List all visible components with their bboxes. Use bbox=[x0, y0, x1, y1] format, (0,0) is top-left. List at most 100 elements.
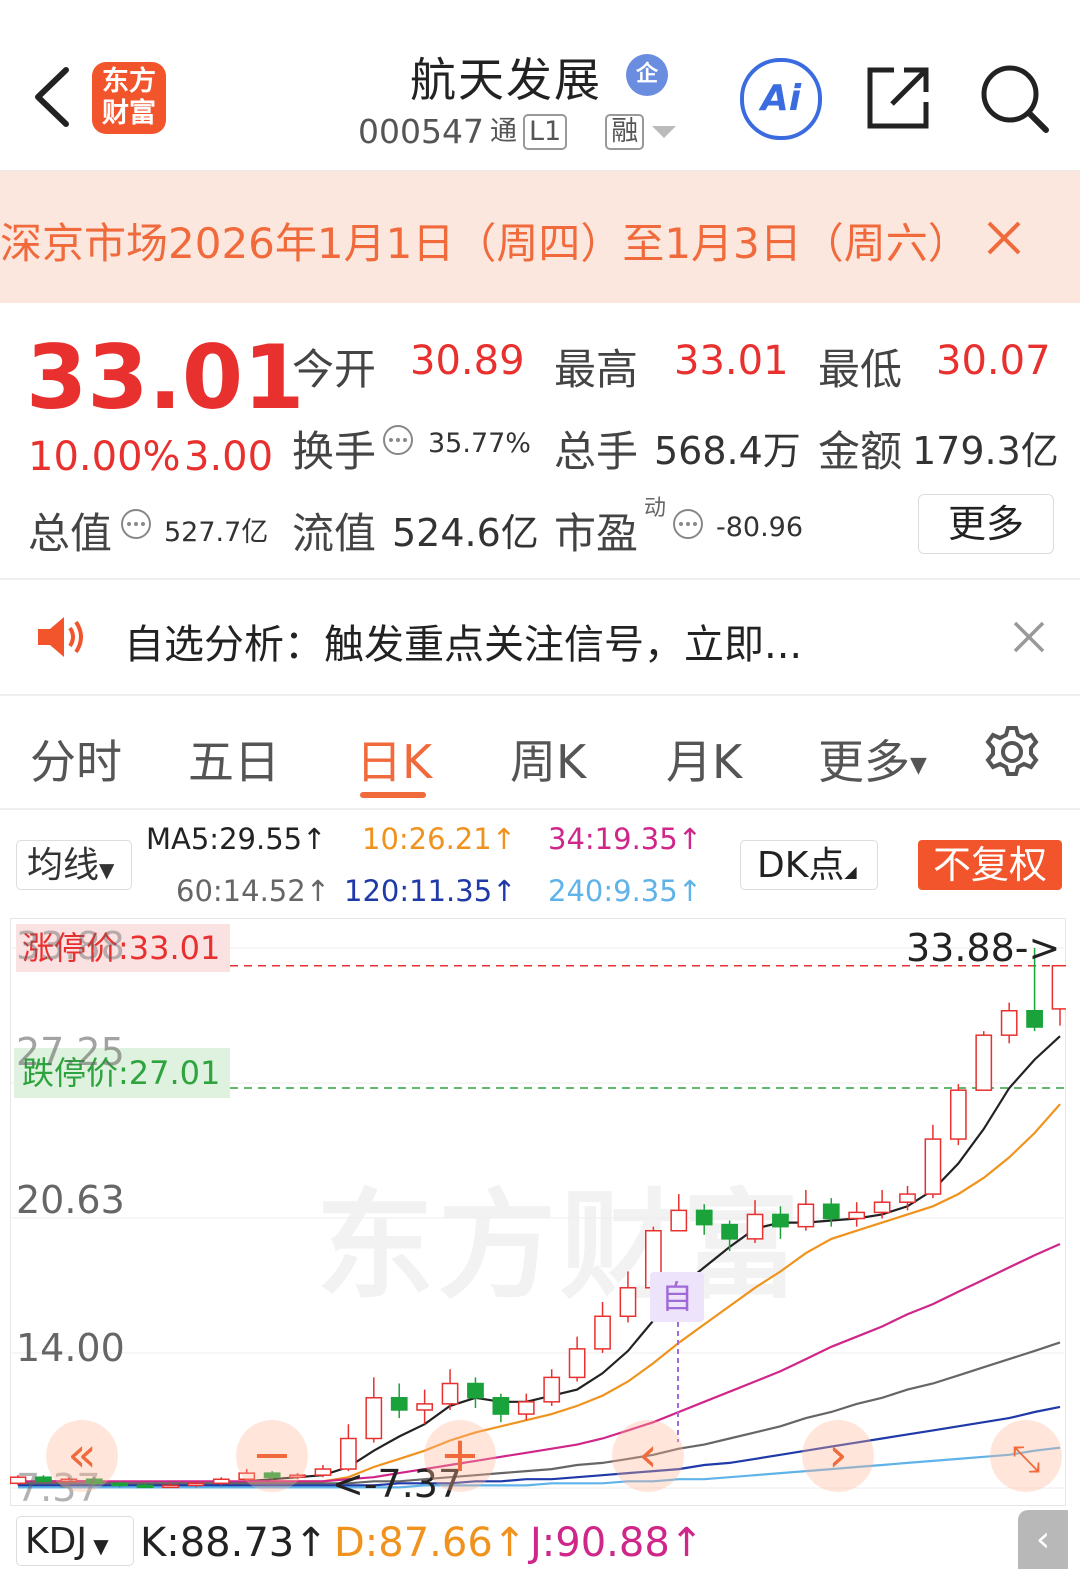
ma-selector[interactable]: 均线▼ bbox=[16, 840, 132, 890]
ma34-label: 34:19.35 bbox=[548, 822, 678, 856]
chevron-left-icon: ‹ bbox=[638, 1427, 658, 1483]
ma-line-120 bbox=[18, 1405, 1061, 1487]
tab-more[interactable]: 更多▼ bbox=[818, 726, 927, 792]
up-arrow-icon: ↑ bbox=[302, 822, 327, 856]
up-arrow-icon: ↑ bbox=[491, 822, 517, 856]
limit-lines bbox=[230, 964, 1066, 1089]
float-cap-value: 524.6亿 bbox=[392, 511, 539, 555]
dk-point-button[interactable]: DK点◢ bbox=[740, 840, 878, 890]
eastmoney-logo[interactable]: 东方 财富 bbox=[92, 62, 166, 134]
change-amount: 3.00 bbox=[184, 434, 274, 480]
tab-weekly-k[interactable]: 周K bbox=[510, 726, 586, 792]
self-select-marker[interactable]: 自 bbox=[650, 1272, 704, 1322]
stock-name: 航天发展 bbox=[410, 53, 602, 107]
candle-body bbox=[848, 1211, 866, 1220]
kdj-j-label: J:90.88 bbox=[530, 1520, 670, 1566]
zoom-out-button[interactable]: − bbox=[236, 1420, 308, 1492]
search-icon[interactable] bbox=[978, 62, 1050, 134]
up-arrow-icon: ↑ bbox=[305, 874, 331, 908]
gear-icon[interactable] bbox=[984, 724, 1040, 780]
dropdown-caret-icon[interactable] bbox=[650, 122, 678, 142]
candle-body bbox=[162, 1484, 179, 1489]
zoom-in-button[interactable]: + bbox=[424, 1420, 496, 1492]
up-arrow-icon: ↑ bbox=[492, 874, 517, 908]
kdj-d-value: D:87.66↑ bbox=[334, 1520, 526, 1566]
volume-value: 568.4万 bbox=[654, 429, 801, 473]
candle-body bbox=[568, 1348, 586, 1379]
low-label: 最低 bbox=[818, 345, 903, 394]
ma120-value: 120:11.35↑ bbox=[344, 874, 516, 908]
chart-gridlines bbox=[10, 947, 1066, 1489]
tab-daily-k[interactable]: 日K bbox=[356, 726, 432, 792]
dropdown-caret-icon: ▼ bbox=[99, 858, 115, 882]
scroll-right-button[interactable]: › bbox=[802, 1420, 874, 1492]
candle-body bbox=[873, 1201, 891, 1214]
candle-body bbox=[314, 1468, 332, 1476]
ai-assistant-button[interactable]: Ai bbox=[740, 58, 822, 140]
info-dots-icon[interactable] bbox=[382, 424, 414, 456]
ma-selector-label: 均线 bbox=[27, 845, 100, 886]
volume-label: 总手 bbox=[554, 427, 639, 476]
info-dots-icon[interactable] bbox=[672, 508, 704, 540]
current-price: 33.01 bbox=[26, 326, 305, 429]
fullscreen-button[interactable]: ⤡ bbox=[990, 1420, 1062, 1492]
ma240-value: 240:9.35↑ bbox=[548, 874, 702, 908]
tab-five-day[interactable]: 五日 bbox=[188, 726, 280, 792]
candle-body bbox=[467, 1382, 484, 1399]
close-icon[interactable] bbox=[1012, 620, 1046, 654]
connect-tag[interactable]: 通 bbox=[490, 116, 517, 148]
stock-code-row: 000547 通 L1 融 bbox=[358, 112, 678, 151]
panel-collapse-button[interactable]: ‹ bbox=[1018, 1510, 1068, 1569]
close-icon[interactable] bbox=[986, 220, 1022, 256]
float-cap-label: 流值 bbox=[292, 509, 377, 558]
candle-body bbox=[1026, 1009, 1043, 1028]
candle-body bbox=[1000, 1009, 1018, 1036]
more-quote-button[interactable]: 更多 bbox=[918, 494, 1054, 554]
divider bbox=[0, 694, 1080, 696]
share-icon[interactable] bbox=[864, 64, 932, 132]
logo-line-1: 东方 bbox=[102, 66, 156, 97]
divider bbox=[0, 578, 1080, 580]
kline-chart[interactable] bbox=[10, 918, 1066, 1506]
candle-body bbox=[187, 1482, 205, 1487]
company-badge[interactable]: 企 bbox=[626, 54, 668, 96]
level-tag[interactable]: L1 bbox=[522, 113, 568, 150]
scroll-left-button[interactable]: ‹ bbox=[612, 1420, 684, 1492]
turnover-label: 换手 bbox=[292, 427, 377, 476]
low-value: 30.07 bbox=[936, 338, 1051, 384]
candle-body bbox=[390, 1397, 408, 1411]
ma120-label: 120:11.35 bbox=[344, 874, 493, 908]
tab-more-label: 更多 bbox=[818, 735, 910, 789]
kdj-j-value: J:90.88↑ bbox=[530, 1520, 703, 1566]
indicator-selector-label: KDJ bbox=[25, 1521, 87, 1562]
scroll-far-left-button[interactable]: « bbox=[46, 1420, 118, 1492]
candle-body bbox=[797, 1203, 815, 1228]
tab-monthly-k[interactable]: 月K bbox=[666, 726, 742, 792]
candle-body bbox=[899, 1193, 916, 1203]
candle-body bbox=[695, 1209, 713, 1226]
candle-body bbox=[517, 1401, 535, 1415]
kdj-k-label: K:88.73 bbox=[140, 1520, 295, 1566]
margin-tag[interactable]: 融 bbox=[605, 113, 645, 150]
dropdown-caret-icon: ▼ bbox=[910, 753, 927, 778]
expand-icon: ⤡ bbox=[1011, 1439, 1041, 1480]
turnover-value: 35.77% bbox=[428, 428, 531, 459]
adjust-type-button[interactable]: 不复权 bbox=[918, 840, 1062, 890]
total-cap-value: 527.7亿 bbox=[164, 517, 269, 548]
up-arrow-icon: ↑ bbox=[294, 1520, 328, 1566]
ma-line-ma10 bbox=[18, 1103, 1061, 1485]
candle-body bbox=[772, 1213, 789, 1228]
indicator-selector[interactable]: KDJ ▼ bbox=[16, 1516, 134, 1566]
kdj-k-value: K:88.73↑ bbox=[140, 1520, 328, 1566]
plus-icon: + bbox=[439, 1427, 481, 1483]
tab-intraday[interactable]: 分时 bbox=[30, 726, 122, 792]
market-notice-text[interactable]: 深京市场2026年1月1日（周四）至1月3日（周六）休市 bbox=[0, 210, 940, 271]
ma5-label: MA5:29.55 bbox=[146, 822, 303, 856]
y-label-4: 14.00 bbox=[16, 1326, 125, 1370]
back-arrow-icon[interactable] bbox=[28, 62, 88, 132]
watchlist-alert-text[interactable]: 自选分析：触发重点关注信号，立即... bbox=[124, 612, 802, 670]
ma60-value: 60:14.52↑ bbox=[176, 874, 330, 908]
info-dots-icon[interactable] bbox=[120, 508, 152, 540]
candle-body bbox=[619, 1287, 637, 1318]
y-label-top: 33.88 bbox=[16, 924, 125, 968]
